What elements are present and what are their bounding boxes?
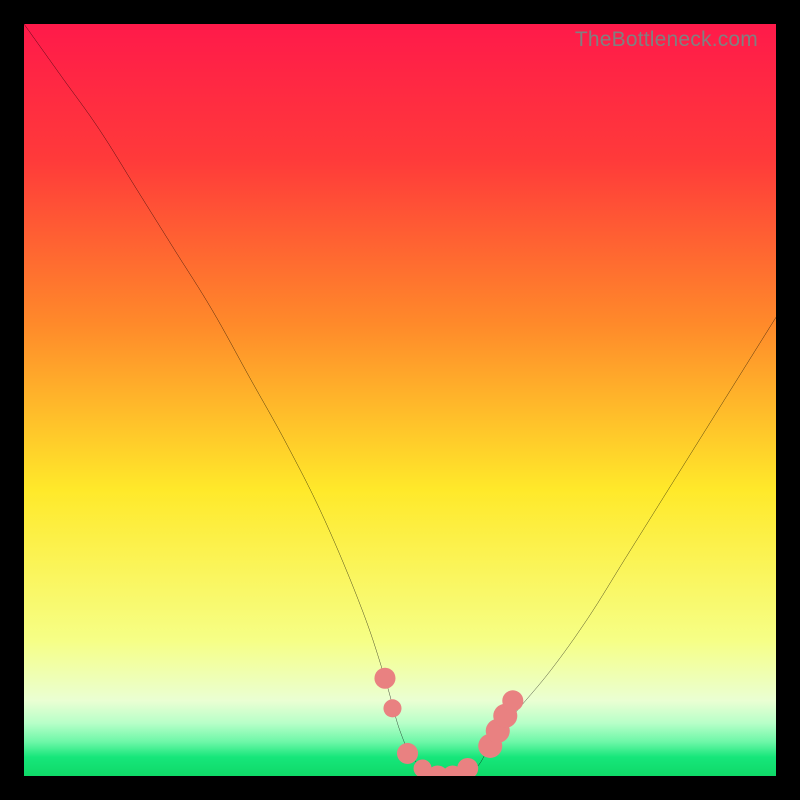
- curve-marker: [397, 743, 418, 764]
- watermark-text: TheBottleneck.com: [575, 28, 758, 52]
- chart-plot-area: TheBottleneck.com: [24, 24, 776, 776]
- curve-marker: [374, 668, 395, 689]
- curve-markers: [374, 668, 523, 776]
- curve-marker: [457, 758, 478, 776]
- curve-marker: [502, 690, 523, 711]
- curve-marker: [383, 699, 401, 717]
- bottleneck-curve: [24, 24, 776, 776]
